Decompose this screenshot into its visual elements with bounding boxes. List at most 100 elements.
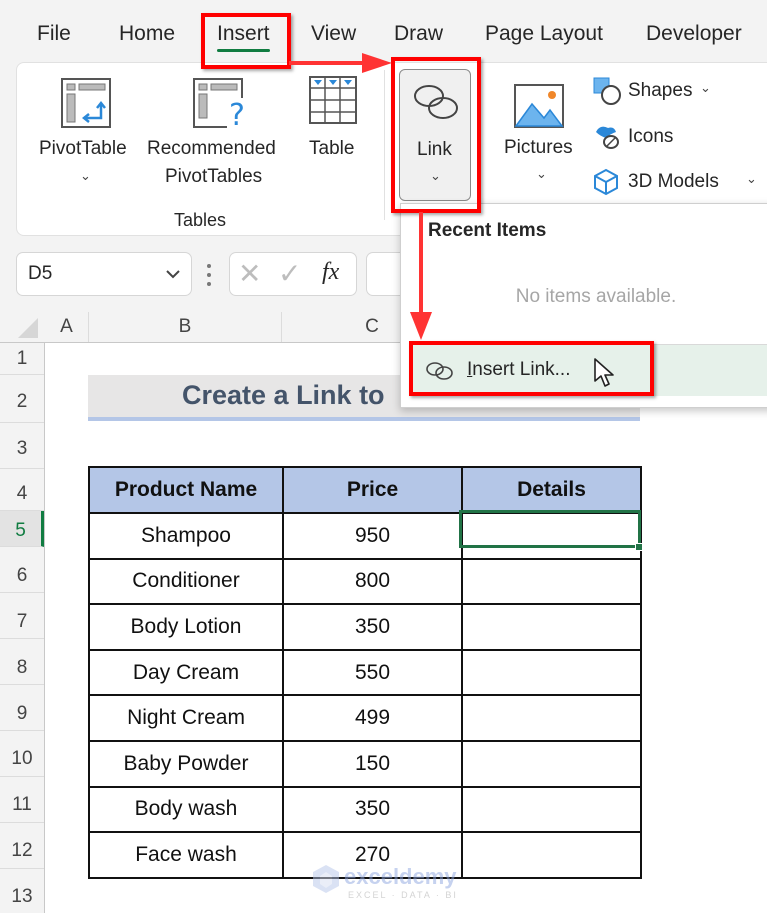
shapes-label: Shapes bbox=[628, 80, 693, 101]
recommended-label-line1: Recommended bbox=[147, 138, 276, 159]
product-cell[interactable]: Night Cream bbox=[88, 694, 284, 742]
row-header-6[interactable]: 6 bbox=[0, 547, 44, 593]
cancel-icon[interactable]: ✕ bbox=[238, 257, 261, 290]
row-header-3[interactable]: 3 bbox=[0, 423, 44, 469]
chevron-down-icon: ⌄ bbox=[700, 80, 711, 95]
name-box-value: D5 bbox=[28, 263, 53, 284]
exceldemy-logo-icon bbox=[313, 865, 339, 893]
more-options-icon[interactable] bbox=[207, 264, 211, 286]
details-cell[interactable] bbox=[461, 648, 642, 697]
row-header-8[interactable]: 8 bbox=[0, 639, 44, 685]
table-row: Baby Powder 150 bbox=[88, 739, 642, 788]
recent-items-heading: Recent Items bbox=[428, 220, 547, 241]
price-cell[interactable]: 150 bbox=[282, 739, 463, 788]
row-header-7[interactable]: 7 bbox=[0, 593, 44, 639]
enter-icon[interactable]: ✓ bbox=[278, 257, 301, 290]
product-cell[interactable]: Conditioner bbox=[88, 557, 284, 606]
row-header-9[interactable]: 9 bbox=[0, 685, 44, 731]
row-header-1[interactable]: 1 bbox=[0, 343, 44, 375]
3d-models-button[interactable]: 3D Models ⌄ bbox=[592, 167, 767, 199]
chevron-down-icon: ⌄ bbox=[536, 166, 547, 181]
icons-icon bbox=[596, 126, 619, 149]
recommended-pivottables-icon: ? bbox=[193, 78, 247, 130]
details-cell[interactable] bbox=[461, 831, 642, 879]
pictures-icon bbox=[514, 84, 564, 128]
pivottable-icon bbox=[61, 78, 111, 128]
column-header-b[interactable]: B bbox=[89, 312, 282, 342]
name-box[interactable]: D5 bbox=[16, 252, 192, 296]
sheet-title: Create a Link to bbox=[182, 380, 385, 410]
table-icon bbox=[309, 76, 357, 124]
tab-page-layout[interactable]: Page Layout bbox=[485, 22, 603, 46]
product-cell[interactable]: Baby Powder bbox=[88, 739, 284, 788]
table-label: Table bbox=[309, 138, 355, 159]
watermark-tagline: EXCEL · DATA · BI bbox=[348, 890, 458, 900]
price-cell[interactable]: 950 bbox=[282, 512, 463, 560]
row-header-5[interactable]: 5 bbox=[0, 511, 44, 547]
ribbon-group-separator bbox=[384, 70, 385, 220]
details-cell[interactable] bbox=[461, 603, 642, 651]
pictures-label: Pictures bbox=[504, 137, 573, 158]
row-header-12[interactable]: 12 bbox=[0, 823, 44, 869]
product-cell[interactable]: Body Lotion bbox=[88, 603, 284, 651]
shapes-icon bbox=[593, 77, 621, 105]
column-header-a[interactable]: A bbox=[45, 312, 89, 342]
price-cell[interactable]: 800 bbox=[282, 557, 463, 606]
table-header-row: Product Name Price Details bbox=[88, 466, 642, 514]
product-cell[interactable]: Body wash bbox=[88, 785, 284, 834]
active-cell-d5[interactable] bbox=[459, 510, 641, 548]
tab-developer[interactable]: Developer bbox=[646, 22, 742, 46]
tab-file[interactable]: File bbox=[37, 22, 71, 46]
3d-cube-icon bbox=[594, 168, 618, 196]
recommended-pivottables-button[interactable]: ? Recommended PivotTables bbox=[145, 72, 291, 192]
row-header-10[interactable]: 10 bbox=[0, 731, 44, 777]
tables-group-label: Tables bbox=[174, 210, 227, 230]
row-header-divider bbox=[44, 342, 45, 913]
formula-controls: ✕ ✓ fx bbox=[229, 252, 357, 296]
product-cell[interactable]: Face wash bbox=[88, 831, 284, 879]
details-cell[interactable] bbox=[461, 785, 642, 834]
header-details[interactable]: Details bbox=[461, 466, 642, 514]
row-header-4[interactable]: 4 bbox=[0, 469, 44, 511]
price-cell[interactable]: 350 bbox=[282, 785, 463, 834]
price-cell[interactable]: 499 bbox=[282, 694, 463, 742]
annotation-box-link-button bbox=[391, 57, 481, 213]
excel-window: File Home Insert View Draw Page Layout D… bbox=[0, 0, 767, 913]
recommended-label-line2: PivotTables bbox=[165, 166, 263, 187]
shapes-button[interactable]: Shapes ⌄ bbox=[592, 76, 722, 108]
row-header-11[interactable]: 11 bbox=[0, 777, 44, 823]
chevron-down-icon bbox=[166, 270, 180, 279]
annotation-box-insert-link bbox=[409, 341, 654, 396]
details-cell[interactable] bbox=[461, 694, 642, 742]
icons-label: Icons bbox=[628, 126, 674, 147]
details-cell[interactable] bbox=[461, 739, 642, 788]
tab-draw[interactable]: Draw bbox=[394, 22, 443, 46]
price-cell[interactable]: 350 bbox=[282, 603, 463, 651]
row-header-2[interactable]: 2 bbox=[0, 375, 44, 423]
header-product-name[interactable]: Product Name bbox=[88, 466, 284, 514]
pivottable-button[interactable]: PivotTable ⌄ bbox=[34, 72, 138, 192]
select-all-button[interactable] bbox=[0, 312, 44, 342]
svg-text:?: ? bbox=[229, 98, 245, 130]
row-header-13[interactable]: 13 bbox=[0, 869, 44, 913]
no-items-message: No items available. bbox=[515, 286, 677, 307]
fill-handle[interactable] bbox=[635, 543, 643, 551]
details-cell[interactable] bbox=[461, 557, 642, 606]
insert-function-icon[interactable]: fx bbox=[322, 259, 339, 286]
tab-view[interactable]: View bbox=[311, 22, 356, 46]
tab-home[interactable]: Home bbox=[119, 22, 175, 46]
icons-button[interactable]: Icons bbox=[592, 122, 692, 154]
chevron-down-icon: ⌄ bbox=[746, 171, 757, 186]
price-cell[interactable]: 550 bbox=[282, 648, 463, 697]
product-cell[interactable]: Day Cream bbox=[88, 648, 284, 697]
pictures-button[interactable]: Pictures ⌄ bbox=[500, 78, 582, 188]
product-cell[interactable]: Shampoo bbox=[88, 512, 284, 560]
table-row: Body wash 350 bbox=[88, 785, 642, 834]
table-row: Conditioner 800 bbox=[88, 557, 642, 606]
table-button[interactable]: Table bbox=[303, 72, 363, 172]
header-price[interactable]: Price bbox=[282, 466, 463, 514]
pivottable-label: PivotTable bbox=[39, 138, 127, 159]
table-row: Day Cream 550 bbox=[88, 648, 642, 697]
table-row: Body Lotion 350 bbox=[88, 603, 642, 651]
chevron-down-icon: ⌄ bbox=[80, 168, 91, 183]
